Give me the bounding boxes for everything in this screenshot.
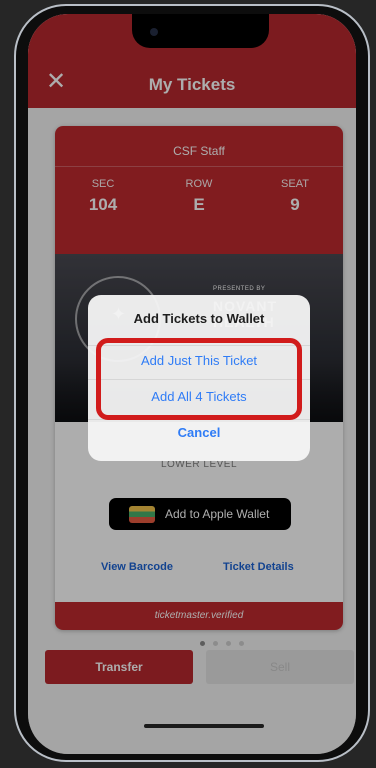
cancel-button[interactable]: Cancel <box>88 425 310 440</box>
home-indicator[interactable] <box>144 724 264 728</box>
dialog-title: Add Tickets to Wallet <box>133 311 265 326</box>
annotation-highlight-box <box>96 338 302 420</box>
camera-dot <box>150 28 158 36</box>
phone-screen: ✕ My Tickets CSF Staff SEC 104 ROW E SEA… <box>28 14 356 754</box>
